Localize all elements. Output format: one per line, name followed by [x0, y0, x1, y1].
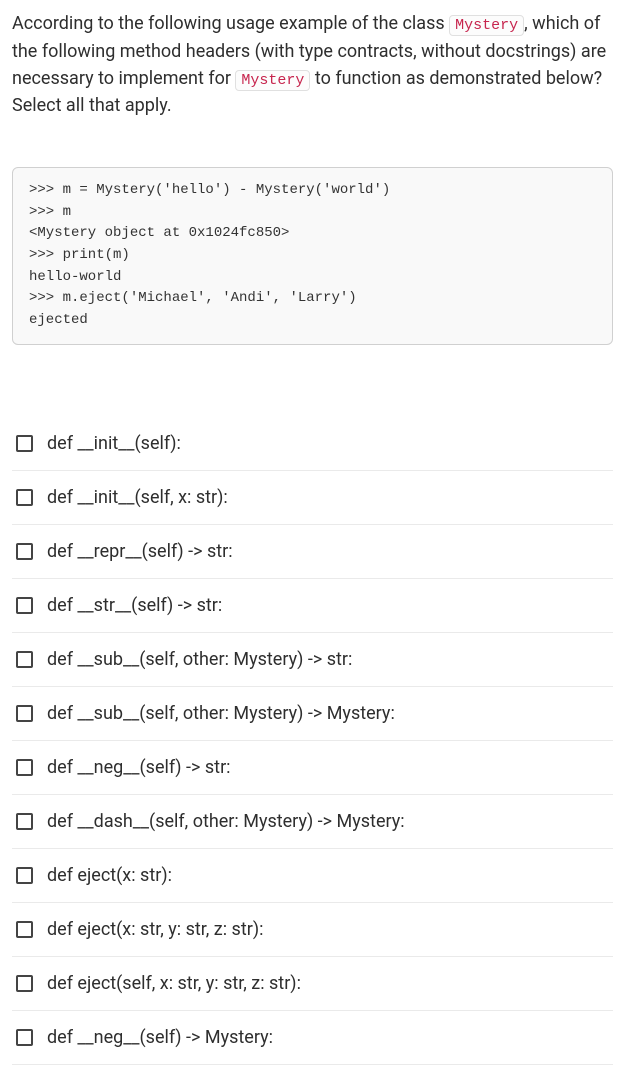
option-row[interactable]: def __repr__(self) -> str: — [12, 525, 613, 579]
checkbox[interactable] — [16, 543, 33, 560]
option-label: def __repr__(self) -> str: — [47, 538, 233, 565]
option-row[interactable]: def __neg__(self) -> Mystery: — [12, 1011, 613, 1065]
option-row[interactable]: def __init__(self): — [12, 417, 613, 471]
option-label: def eject(x: str, y: str, z: str): — [47, 916, 263, 943]
option-row[interactable]: def __str__(self) -> str: — [12, 579, 613, 633]
checkbox[interactable] — [16, 1029, 33, 1046]
checkbox[interactable] — [16, 813, 33, 830]
options-list: def __init__(self): def __init__(self, x… — [12, 417, 613, 1065]
checkbox[interactable] — [16, 705, 33, 722]
checkbox[interactable] — [16, 759, 33, 776]
option-label: def __neg__(self) -> Mystery: — [47, 1024, 273, 1051]
option-label: def __sub__(self, other: Mystery) -> Mys… — [47, 700, 395, 727]
code-example-block: >>> m = Mystery('hello') - Mystery('worl… — [12, 167, 613, 345]
option-label: def __str__(self) -> str: — [47, 592, 222, 619]
option-row[interactable]: def __init__(self, x: str): — [12, 471, 613, 525]
option-label: def __init__(self, x: str): — [47, 484, 228, 511]
inline-code-mystery: Mystery — [449, 15, 524, 36]
option-row[interactable]: def __sub__(self, other: Mystery) -> Mys… — [12, 687, 613, 741]
checkbox[interactable] — [16, 435, 33, 452]
question-text: According to the following usage example… — [12, 10, 613, 119]
option-row[interactable]: def __dash__(self, other: Mystery) -> My… — [12, 795, 613, 849]
checkbox[interactable] — [16, 921, 33, 938]
inline-code-mystery: Mystery — [235, 70, 310, 91]
question-segment: According to the following usage example… — [12, 13, 449, 34]
option-row[interactable]: def __sub__(self, other: Mystery) -> str… — [12, 633, 613, 687]
option-row[interactable]: def eject(x: str): — [12, 849, 613, 903]
checkbox[interactable] — [16, 975, 33, 992]
option-label: def __neg__(self) -> str: — [47, 754, 231, 781]
option-label: def __init__(self): — [47, 430, 181, 457]
checkbox[interactable] — [16, 867, 33, 884]
checkbox[interactable] — [16, 597, 33, 614]
option-label: def __sub__(self, other: Mystery) -> str… — [47, 646, 352, 673]
option-label: def eject(self, x: str, y: str, z: str): — [47, 970, 301, 997]
option-row[interactable]: def __neg__(self) -> str: — [12, 741, 613, 795]
checkbox[interactable] — [16, 489, 33, 506]
option-label: def __dash__(self, other: Mystery) -> My… — [47, 808, 405, 835]
option-row[interactable]: def eject(x: str, y: str, z: str): — [12, 903, 613, 957]
checkbox[interactable] — [16, 651, 33, 668]
option-row[interactable]: def eject(self, x: str, y: str, z: str): — [12, 957, 613, 1011]
option-label: def eject(x: str): — [47, 862, 172, 889]
